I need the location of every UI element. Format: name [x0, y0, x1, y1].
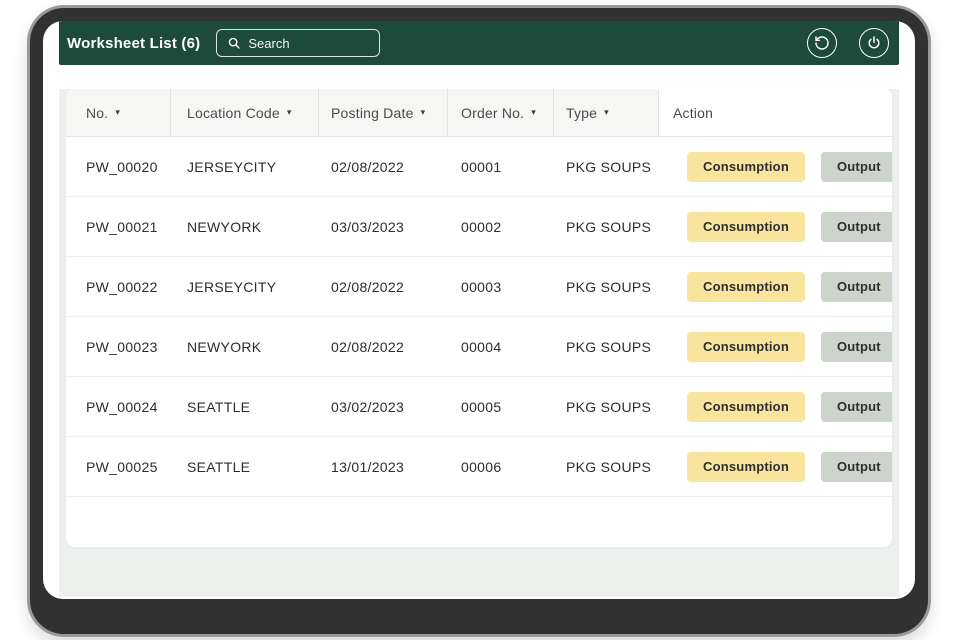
cell-location-code: SEATTLE	[187, 459, 331, 475]
cell-type: PKG SOUPS	[566, 399, 673, 415]
chevron-down-icon: ▾	[604, 108, 609, 117]
cell-no: PW_00023	[86, 339, 187, 355]
consumption-button[interactable]: Consumption	[687, 272, 805, 302]
cell-no: PW_00021	[86, 219, 187, 235]
cell-posting-date: 03/02/2023	[331, 399, 461, 415]
cell-posting-date: 03/03/2023	[331, 219, 461, 235]
cell-type: PKG SOUPS	[566, 279, 673, 295]
cell-order-no: 00001	[461, 159, 566, 175]
app-bar-actions	[807, 28, 889, 58]
consumption-button[interactable]: Consumption	[687, 152, 805, 182]
refresh-icon	[814, 35, 830, 51]
cell-type: PKG SOUPS	[566, 219, 673, 235]
output-button[interactable]: Output	[821, 332, 892, 362]
consumption-button[interactable]: Consumption	[687, 452, 805, 482]
chevron-down-icon: ▾	[115, 108, 120, 117]
search-box	[216, 29, 380, 57]
cell-actions: Consumption Output	[673, 212, 892, 242]
output-button[interactable]: Output	[821, 452, 892, 482]
output-button[interactable]: Output	[821, 152, 892, 182]
worksheet-table-card: No. ▾ Location Code ▾ Posting Date ▾ O	[66, 89, 892, 547]
consumption-button[interactable]: Consumption	[687, 332, 805, 362]
column-header-location-code[interactable]: Location Code ▾	[171, 89, 319, 136]
table-row: PW_00020 JERSEYCITY 02/08/2022 00001 PKG…	[66, 137, 892, 197]
cell-location-code: SEATTLE	[187, 399, 331, 415]
column-header-label: Posting Date	[331, 105, 414, 121]
app-window: Worksheet List (6)	[59, 21, 899, 597]
cell-location-code: JERSEYCITY	[187, 159, 331, 175]
column-header-label: Location Code	[187, 105, 280, 121]
cell-posting-date: 02/08/2022	[331, 339, 461, 355]
column-header-no[interactable]: No. ▾	[66, 89, 171, 136]
content-area: No. ▾ Location Code ▾ Posting Date ▾ O	[59, 89, 899, 597]
column-header-posting-date[interactable]: Posting Date ▾	[319, 89, 448, 136]
cell-no: PW_00024	[86, 399, 187, 415]
column-header-label: Type	[566, 105, 597, 121]
cell-location-code: NEWYORK	[187, 219, 331, 235]
cell-no: PW_00025	[86, 459, 187, 475]
page-title: Worksheet List (6)	[67, 35, 200, 52]
column-header-label: No.	[86, 105, 108, 121]
tablet-screen: Worksheet List (6)	[43, 21, 915, 599]
cell-order-no: 00006	[461, 459, 566, 475]
search-icon	[227, 36, 241, 50]
column-header-type[interactable]: Type ▾	[554, 89, 659, 136]
cell-order-no: 00005	[461, 399, 566, 415]
consumption-button[interactable]: Consumption	[687, 212, 805, 242]
output-button[interactable]: Output	[821, 272, 892, 302]
cell-order-no: 00003	[461, 279, 566, 295]
app-bar: Worksheet List (6)	[59, 21, 899, 65]
power-button[interactable]	[859, 28, 889, 58]
table-header-row: No. ▾ Location Code ▾ Posting Date ▾ O	[66, 89, 892, 137]
cell-actions: Consumption Output	[673, 332, 892, 362]
chevron-down-icon: ▾	[421, 108, 426, 117]
cell-type: PKG SOUPS	[566, 159, 673, 175]
cell-actions: Consumption Output	[673, 452, 892, 482]
cell-posting-date: 02/08/2022	[331, 279, 461, 295]
cell-no: PW_00022	[86, 279, 187, 295]
cell-order-no: 00004	[461, 339, 566, 355]
chevron-down-icon: ▾	[287, 108, 292, 117]
column-header-label: Action	[673, 105, 713, 121]
column-header-action: Action	[659, 89, 892, 136]
tablet-frame: Worksheet List (6)	[30, 8, 928, 634]
column-header-label: Order No.	[461, 105, 524, 121]
cell-posting-date: 02/08/2022	[331, 159, 461, 175]
cell-actions: Consumption Output	[673, 272, 892, 302]
refresh-button[interactable]	[807, 28, 837, 58]
cell-type: PKG SOUPS	[566, 339, 673, 355]
column-header-order-no[interactable]: Order No. ▾	[448, 89, 554, 136]
output-button[interactable]: Output	[821, 212, 892, 242]
cell-actions: Consumption Output	[673, 392, 892, 422]
cell-location-code: JERSEYCITY	[187, 279, 331, 295]
cell-actions: Consumption Output	[673, 152, 892, 182]
table-row: PW_00023 NEWYORK 02/08/2022 00004 PKG SO…	[66, 317, 892, 377]
output-button[interactable]: Output	[821, 392, 892, 422]
chevron-down-icon: ▾	[531, 108, 536, 117]
table-row: PW_00022 JERSEYCITY 02/08/2022 00003 PKG…	[66, 257, 892, 317]
consumption-button[interactable]: Consumption	[687, 392, 805, 422]
power-icon	[866, 35, 882, 51]
cell-no: PW_00020	[86, 159, 187, 175]
cell-location-code: NEWYORK	[187, 339, 331, 355]
table-row: PW_00024 SEATTLE 03/02/2023 00005 PKG SO…	[66, 377, 892, 437]
table-row: PW_00021 NEWYORK 03/03/2023 00002 PKG SO…	[66, 197, 892, 257]
table-row: PW_00025 SEATTLE 13/01/2023 00006 PKG SO…	[66, 437, 892, 497]
cell-type: PKG SOUPS	[566, 459, 673, 475]
search-input[interactable]	[248, 36, 369, 51]
cell-order-no: 00002	[461, 219, 566, 235]
cell-posting-date: 13/01/2023	[331, 459, 461, 475]
